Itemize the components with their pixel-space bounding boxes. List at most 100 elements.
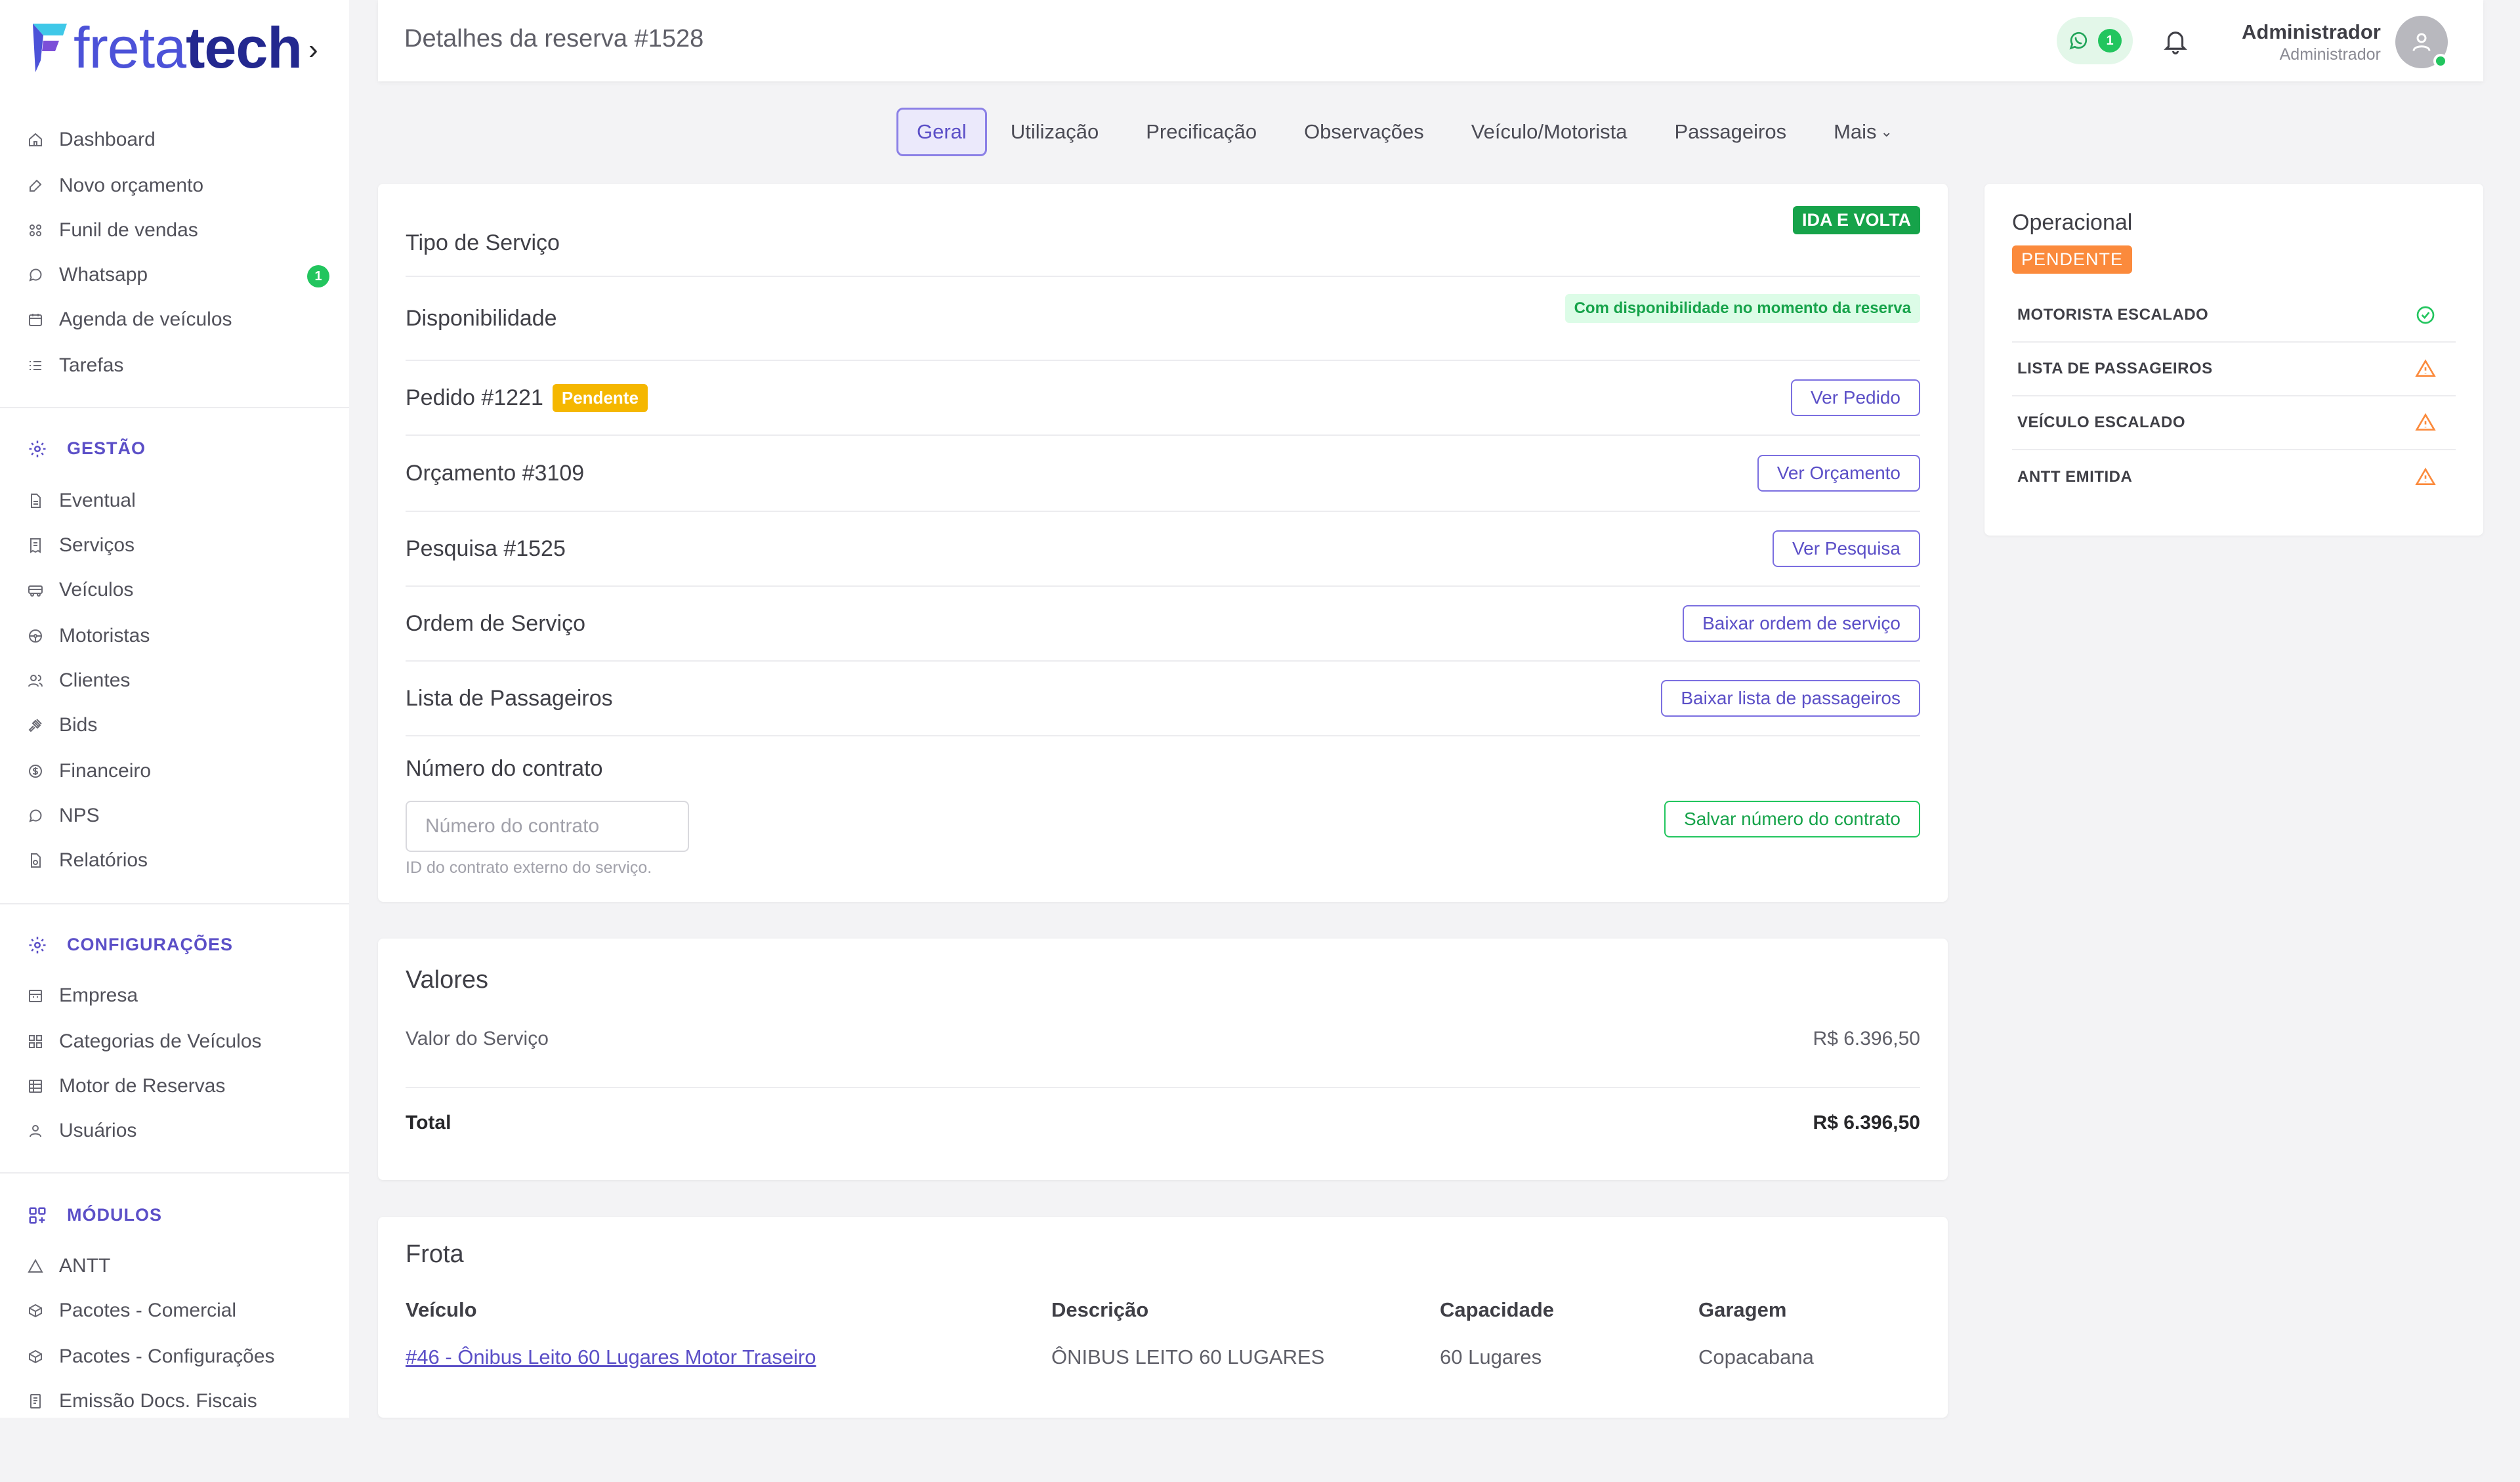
orcamento-label: Orçamento #3109 <box>406 460 585 486</box>
sidebar-item-label: Motor de Reservas <box>59 1075 226 1097</box>
sidebar-item-categorias-de-veiculos[interactable]: Categorias de Veículos <box>28 1025 329 1058</box>
sidebar-item-agenda-de-veiculos[interactable]: Agenda de veículos <box>28 303 329 336</box>
ops-item-label: ANTT EMITIDA <box>2017 468 2133 486</box>
gear-icon <box>28 935 47 955</box>
sidebar-item-financeiro[interactable]: Financeiro <box>28 755 329 788</box>
logo[interactable]: fretatech › <box>29 18 318 77</box>
funnel-icon <box>28 222 43 238</box>
notifications-button[interactable] <box>2162 26 2189 55</box>
section-title: MÓDULOS <box>67 1205 162 1225</box>
whatsapp-notification-button[interactable]: 1 <box>2057 17 2133 64</box>
sidebar-item-label: Agenda de veículos <box>59 308 232 330</box>
ops-item-label: LISTA DE PASSAGEIROS <box>2017 360 2213 377</box>
sidebar-item-label: NPS <box>59 805 100 826</box>
salvar-numero-contrato-button[interactable]: Salvar número do contrato <box>1664 801 1920 837</box>
building-icon <box>28 988 43 1004</box>
sidebar-item-clientes[interactable]: Clientes <box>28 664 329 697</box>
check-circle-icon <box>2415 305 2436 326</box>
pesquisa-label: Pesquisa #1525 <box>406 536 566 561</box>
sidebar-item-antt[interactable]: ANTT <box>28 1250 329 1282</box>
sidebar-item-relatorios[interactable]: Relatórios <box>28 844 329 877</box>
sidebar-item-servicos[interactable]: Serviços <box>28 529 329 562</box>
sidebar-item-tarefas[interactable]: Tarefas <box>28 349 329 382</box>
lista-passageiros-label: Lista de Passageiros <box>406 685 613 711</box>
sidebar-item-motor-de-reservas[interactable]: Motor de Reservas <box>28 1070 329 1103</box>
tab-observacoes[interactable]: Observações <box>1280 108 1448 156</box>
user-avatar-icon <box>2412 33 2431 51</box>
sidebar-item-whatsapp[interactable]: Whatsapp 1 <box>28 259 329 291</box>
sidebar-item-veiculos[interactable]: Veículos <box>28 574 329 606</box>
sidebar-item-label: Categorias de Veículos <box>59 1030 262 1052</box>
collapse-chevron-icon[interactable]: › <box>308 33 318 66</box>
gavel-icon <box>28 717 43 733</box>
contract-number-input[interactable] <box>406 801 689 852</box>
sidebar-item-label: Bids <box>59 714 98 736</box>
fleet-vehicle-link[interactable]: #46 - Ônibus Leito 60 Lugares Motor Tras… <box>406 1345 816 1369</box>
whatsapp-badge: 1 <box>307 265 329 287</box>
sidebar-item-label: Whatsapp <box>59 264 148 286</box>
gear-icon <box>28 439 47 459</box>
chevron-down-icon: ⌄ <box>1880 123 1893 140</box>
user-role: Administrador <box>2279 45 2381 64</box>
tipo-servico-badge: IDA E VOLTA <box>1793 205 1920 234</box>
sidebar-item-label: Dashboard <box>59 129 156 150</box>
ver-orcamento-button[interactable]: Ver Orçamento <box>1757 455 1920 492</box>
sidebar-item-label: Clientes <box>59 669 131 691</box>
fleet-description-cell: ÔNIBUS LEITO 60 LUGARES <box>1051 1345 1325 1368</box>
fleet-header-garagem: Garagem <box>1698 1298 1787 1321</box>
sidebar-divider <box>0 903 349 904</box>
disponibilidade-label: Disponibilidade <box>406 305 557 331</box>
sidebar-item-dashboard[interactable]: Dashboard <box>28 123 329 156</box>
sidebar-item-label: ANTT <box>59 1255 111 1277</box>
sidebar-item-emissao-docs-fiscais[interactable]: Emissão Docs. Fiscais <box>28 1385 329 1418</box>
table-icon <box>28 1078 43 1094</box>
avatar[interactable] <box>2395 16 2448 68</box>
sidebar-item-label: Relatórios <box>59 849 148 871</box>
tab-veiculo-motorista[interactable]: Veículo/Motorista <box>1448 108 1651 156</box>
tab-passageiros[interactable]: Passageiros <box>1651 108 1811 156</box>
contract-help-text: ID do contrato externo do serviço. <box>406 858 652 877</box>
steering-wheel-icon <box>28 628 43 644</box>
warning-icon <box>2415 358 2436 379</box>
baixar-ordem-servico-button[interactable]: Baixar ordem de serviço <box>1683 605 1920 642</box>
tab-bar: Geral Utilização Precificação Observaçõe… <box>896 108 1916 156</box>
ops-item-lista-passageiros: LISTA DE PASSAGEIROS <box>2012 343 2456 396</box>
ver-pedido-button[interactable]: Ver Pedido <box>1791 379 1920 416</box>
sidebar-item-novo-orcamento[interactable]: Novo orçamento <box>28 169 329 202</box>
reservation-details-card: Tipo de Serviço IDA E VOLTA Disponibilid… <box>378 184 1948 902</box>
tab-precificacao[interactable]: Precificação <box>1122 108 1280 156</box>
ordem-servico-label: Ordem de Serviço <box>406 610 585 636</box>
sidebar-item-funil-de-vendas[interactable]: Funil de vendas <box>28 214 329 247</box>
baixar-lista-passageiros-button[interactable]: Baixar lista de passageiros <box>1661 680 1920 717</box>
whatsapp-count-badge: 1 <box>2098 29 2122 53</box>
sidebar-item-empresa[interactable]: Empresa <box>28 979 329 1012</box>
ver-pesquisa-button[interactable]: Ver Pesquisa <box>1773 530 1920 567</box>
logo-text-part1: freta <box>74 15 186 80</box>
ops-item-label: MOTORISTA ESCALADO <box>2017 306 2209 324</box>
sidebar-item-nps[interactable]: NPS <box>28 799 329 832</box>
row-tipo-servico: Tipo de Serviço IDA E VOLTA <box>406 184 1920 277</box>
sidebar-item-pacotes-configuracoes[interactable]: Pacotes - Configurações <box>28 1340 329 1373</box>
sidebar-item-eventual[interactable]: Eventual <box>28 484 329 517</box>
sidebar-item-label: Novo orçamento <box>59 175 204 196</box>
report-icon <box>28 853 43 868</box>
service-value-amount: R$ 6.396,50 <box>1813 1028 1920 1049</box>
tab-geral[interactable]: Geral <box>896 108 987 156</box>
sidebar-item-motoristas[interactable]: Motoristas <box>28 620 329 652</box>
sidebar-item-usuarios[interactable]: Usuários <box>28 1114 329 1147</box>
pedido-label: Pedido #1221 <box>406 385 543 410</box>
service-value-row: Valor do Serviço R$ 6.396,50 <box>406 1024 1920 1054</box>
bell-icon <box>2164 32 2187 54</box>
users-icon <box>28 673 43 688</box>
user-menu[interactable]: Administrador Administrador <box>2242 16 2448 68</box>
sidebar-item-pacotes-comercial[interactable]: Pacotes - Comercial <box>28 1294 329 1327</box>
sidebar-item-label: Pacotes - Configurações <box>59 1345 275 1367</box>
tab-utilizacao[interactable]: Utilização <box>987 108 1122 156</box>
whatsapp-icon <box>2069 32 2088 50</box>
total-row: Total R$ 6.396,50 <box>406 1108 1920 1138</box>
tab-mais[interactable]: Mais ⌄ <box>1810 108 1916 156</box>
fleet-header-descricao: Descrição <box>1051 1298 1149 1321</box>
sidebar-item-bids[interactable]: Bids <box>28 709 329 742</box>
fleet-header-veiculo: Veículo <box>406 1298 477 1321</box>
page-title: Detalhes da reserva #1528 <box>404 25 704 53</box>
